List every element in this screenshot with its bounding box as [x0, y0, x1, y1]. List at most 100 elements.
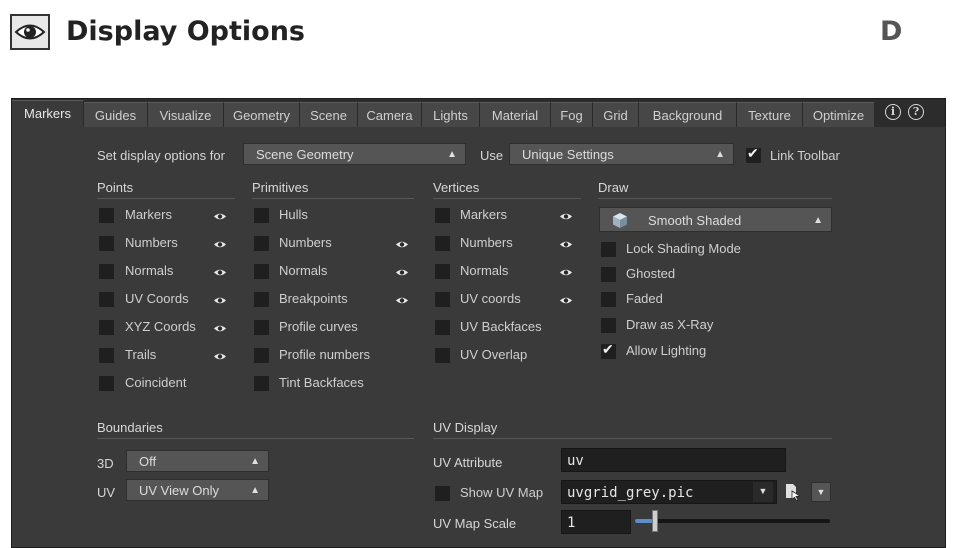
points-uv-coords-checkbox[interactable] — [99, 292, 114, 307]
uv-map-scale-field[interactable]: 1 — [561, 510, 631, 534]
visibility-eye-icon[interactable] — [395, 240, 409, 249]
visibility-eye-icon[interactable] — [395, 268, 409, 277]
allow-lighting-checkbox[interactable] — [601, 341, 616, 359]
uv-attribute-label: UV Attribute — [433, 455, 503, 470]
faded-checkbox[interactable] — [601, 292, 616, 307]
visibility-eye-icon[interactable] — [213, 240, 227, 249]
updown-arrows-icon: ▲ — [715, 149, 725, 160]
updown-arrows-icon: ▲ — [813, 215, 823, 226]
points-trails-checkbox[interactable] — [99, 348, 114, 363]
prims-tint-backfaces-checkbox[interactable] — [254, 376, 269, 391]
visibility-eye-icon[interactable] — [559, 296, 573, 305]
tab-bar: Markers Guides Visualize Geometry Scene … — [12, 99, 945, 127]
shading-mode-dropdown[interactable]: Smooth Shaded ▲ — [599, 207, 832, 232]
use-value: Unique Settings — [522, 147, 614, 162]
prims-normals-label: Normals — [279, 263, 328, 278]
verts-uv-overlap-checkbox[interactable] — [435, 348, 450, 363]
points-numbers-label: Numbers — [125, 235, 178, 250]
prims-profile-numbers-checkbox[interactable] — [254, 348, 269, 363]
set-for-label: Set display options for — [97, 148, 225, 163]
visibility-eye-icon[interactable] — [559, 268, 573, 277]
points-markers-label: Markers — [125, 207, 172, 222]
prims-profile-numbers-label: Profile numbers — [279, 347, 371, 362]
prims-profile-curves-checkbox[interactable] — [254, 320, 269, 335]
tab-grid[interactable]: Grid — [593, 102, 639, 127]
uv-map-scale-slider-handle[interactable] — [652, 510, 658, 532]
visibility-eye-icon[interactable] — [559, 240, 573, 249]
vertices-header: Vertices — [433, 179, 581, 199]
uv-map-scale-slider-track[interactable] — [635, 519, 830, 523]
tab-lights[interactable]: Lights — [422, 102, 480, 127]
prims-hulls-label: Hulls — [279, 207, 308, 222]
xray-label: Draw as X-Ray — [626, 317, 714, 332]
ghosted-checkbox[interactable] — [601, 267, 616, 282]
visibility-eye-icon[interactable] — [213, 352, 227, 361]
file-chooser-icon[interactable] — [783, 482, 803, 502]
visibility-eye-icon[interactable] — [213, 268, 227, 277]
points-trails-label: Trails — [125, 347, 157, 362]
verts-uv-backfaces-checkbox[interactable] — [435, 320, 450, 335]
boundary-3d-dropdown[interactable]: Off ▲ — [126, 450, 269, 472]
link-toolbar-checkbox[interactable] — [746, 145, 761, 163]
verts-numbers-checkbox[interactable] — [435, 236, 450, 251]
prims-breakpoints-label: Breakpoints — [279, 291, 348, 306]
visibility-eye-icon[interactable] — [213, 296, 227, 305]
points-numbers-checkbox[interactable] — [99, 236, 114, 251]
uv-map-file-field[interactable]: uvgrid_grey.pic — [561, 480, 777, 504]
show-uv-map-checkbox[interactable] — [435, 486, 450, 501]
verts-normals-checkbox[interactable] — [435, 264, 450, 279]
visibility-eye-icon[interactable] — [559, 212, 573, 221]
visibility-eye-icon[interactable] — [213, 324, 227, 333]
visibility-eye-icon[interactable] — [213, 212, 227, 221]
help-icon[interactable]: ? — [908, 104, 924, 120]
chevron-down-icon[interactable]: ▼ — [811, 482, 831, 502]
points-uv-coords-label: UV Coords — [125, 291, 189, 306]
tab-visualize[interactable]: Visualize — [148, 102, 224, 127]
use-label: Use — [480, 148, 504, 163]
points-coincident-checkbox[interactable] — [99, 376, 114, 391]
tab-guides[interactable]: Guides — [84, 102, 148, 127]
tab-optimize[interactable]: Optimize — [803, 102, 875, 127]
uv-attribute-field[interactable]: uv — [561, 448, 786, 472]
use-dropdown[interactable]: Unique Settings ▲ — [509, 143, 734, 165]
info-icon[interactable]: i — [885, 104, 901, 120]
show-uv-map-label: Show UV Map — [460, 485, 544, 500]
page-title: Display Options — [66, 16, 305, 47]
visibility-eye-icon[interactable] — [395, 296, 409, 305]
tab-scene[interactable]: Scene — [300, 102, 358, 127]
corner-letter: D — [880, 16, 903, 47]
uv-map-scale-label: UV Map Scale — [433, 516, 517, 531]
prims-breakpoints-checkbox[interactable] — [254, 292, 269, 307]
tab-markers[interactable]: Markers — [12, 100, 84, 127]
tab-material[interactable]: Material — [480, 102, 551, 127]
prims-hulls-checkbox[interactable] — [254, 208, 269, 223]
verts-markers-checkbox[interactable] — [435, 208, 450, 223]
boundary-uv-dropdown[interactable]: UV View Only ▲ — [126, 479, 269, 501]
tab-fog[interactable]: Fog — [551, 102, 593, 127]
points-coincident-label: Coincident — [125, 375, 187, 390]
points-markers-checkbox[interactable] — [99, 208, 114, 223]
xray-checkbox[interactable] — [601, 318, 616, 333]
points-normals-checkbox[interactable] — [99, 264, 114, 279]
boundary-3d-value: Off — [139, 454, 157, 469]
verts-normals-label: Normals — [460, 263, 509, 278]
tab-background[interactable]: Background — [639, 102, 737, 127]
set-for-dropdown[interactable]: Scene Geometry ▲ — [243, 143, 466, 165]
verts-uv-overlap-label: UV Overlap — [460, 347, 528, 362]
chevron-down-icon[interactable]: ▼ — [753, 482, 773, 502]
eye-icon — [10, 14, 50, 50]
tab-camera[interactable]: Camera — [358, 102, 422, 127]
verts-uv-coords-label: UV coords — [460, 291, 521, 306]
tab-texture[interactable]: Texture — [737, 102, 803, 127]
verts-uv-coords-checkbox[interactable] — [435, 292, 450, 307]
tab-geometry[interactable]: Geometry — [224, 102, 300, 127]
prims-numbers-checkbox[interactable] — [254, 236, 269, 251]
updown-arrows-icon: ▲ — [250, 456, 260, 467]
prims-profile-curves-label: Profile curves — [279, 319, 358, 334]
lock-shading-checkbox[interactable] — [601, 242, 616, 257]
prims-normals-checkbox[interactable] — [254, 264, 269, 279]
draw-header: Draw — [598, 179, 832, 199]
points-header: Points — [97, 179, 235, 199]
verts-markers-label: Markers — [460, 207, 507, 222]
points-xyz-coords-checkbox[interactable] — [99, 320, 114, 335]
